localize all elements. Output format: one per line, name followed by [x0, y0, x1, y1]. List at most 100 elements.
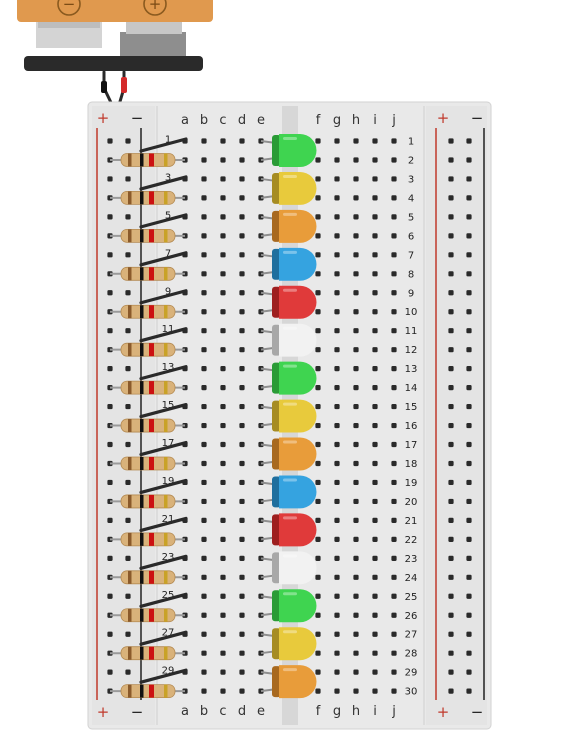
breadboard-hole[interactable] — [201, 574, 207, 580]
breadboard-hole[interactable] — [201, 290, 207, 296]
breadboard-hole[interactable] — [353, 366, 359, 372]
rail-hole[interactable] — [466, 441, 472, 448]
rail-hole[interactable] — [466, 669, 472, 675]
breadboard-hole[interactable] — [353, 669, 359, 675]
breadboard-hole[interactable] — [353, 498, 359, 505]
breadboard-hole[interactable] — [239, 252, 245, 258]
breadboard-hole[interactable] — [201, 176, 207, 182]
rail-hole[interactable] — [448, 233, 454, 239]
breadboard-hole[interactable] — [334, 176, 340, 182]
rail-hole[interactable] — [448, 631, 454, 637]
breadboard-hole[interactable] — [391, 517, 397, 523]
breadboard-hole[interactable] — [334, 612, 340, 618]
breadboard-hole[interactable] — [239, 403, 245, 410]
breadboard-hole[interactable] — [315, 328, 321, 334]
breadboard-hole[interactable] — [372, 347, 378, 353]
breadboard-hole[interactable] — [201, 688, 207, 694]
rail-hole[interactable] — [107, 517, 113, 523]
breadboard-hole[interactable] — [239, 385, 245, 391]
breadboard-hole[interactable] — [201, 593, 207, 599]
breadboard-hole[interactable] — [372, 157, 378, 163]
breadboard-hole[interactable] — [353, 422, 359, 429]
breadboard-hole[interactable] — [353, 650, 359, 656]
rail-hole[interactable] — [466, 271, 472, 277]
breadboard-hole[interactable] — [315, 479, 321, 486]
breadboard-hole[interactable] — [315, 195, 321, 201]
breadboard-hole[interactable] — [239, 536, 245, 542]
breadboard-hole[interactable] — [220, 385, 226, 391]
rail-hole[interactable] — [466, 612, 472, 618]
breadboard-hole[interactable] — [239, 650, 245, 656]
breadboard-hole[interactable] — [315, 233, 321, 239]
breadboard-hole[interactable] — [353, 574, 359, 580]
breadboard-hole[interactable] — [220, 138, 226, 144]
resistor[interactable] — [120, 684, 176, 699]
breadboard-hole[interactable] — [334, 688, 340, 694]
rail-hole[interactable] — [466, 688, 472, 694]
rail-hole[interactable] — [448, 422, 454, 429]
breadboard-hole[interactable] — [315, 309, 321, 315]
breadboard-hole[interactable] — [239, 290, 245, 296]
rail-hole[interactable] — [448, 385, 454, 391]
breadboard-hole[interactable] — [315, 385, 321, 391]
rail-hole[interactable] — [107, 214, 113, 220]
resistor[interactable] — [120, 304, 176, 319]
breadboard-hole[interactable] — [315, 536, 321, 542]
breadboard-hole[interactable] — [334, 328, 340, 334]
resistor[interactable] — [120, 342, 176, 357]
rail-hole[interactable] — [466, 631, 472, 637]
breadboard-hole[interactable] — [334, 555, 340, 561]
rail-hole[interactable] — [448, 290, 454, 296]
breadboard-hole[interactable] — [315, 422, 321, 429]
breadboard-hole[interactable] — [391, 328, 397, 334]
rail-hole[interactable] — [448, 366, 454, 372]
breadboard-hole[interactable] — [239, 138, 245, 144]
rail-hole[interactable] — [466, 574, 472, 580]
breadboard-hole[interactable] — [220, 366, 226, 372]
breadboard-hole[interactable] — [315, 157, 321, 163]
breadboard-hole[interactable] — [334, 536, 340, 542]
breadboard-hole[interactable] — [391, 422, 397, 429]
breadboard-hole[interactable] — [201, 233, 207, 239]
rail-hole[interactable] — [448, 574, 454, 580]
breadboard-hole[interactable] — [239, 441, 245, 448]
breadboard-hole[interactable] — [239, 366, 245, 372]
breadboard-hole[interactable] — [220, 498, 226, 505]
breadboard-hole[interactable] — [220, 195, 226, 201]
breadboard-hole[interactable] — [220, 214, 226, 220]
rail-hole[interactable] — [448, 650, 454, 656]
breadboard-hole[interactable] — [315, 650, 321, 656]
rail-hole[interactable] — [125, 593, 131, 599]
breadboard-hole[interactable] — [372, 271, 378, 277]
breadboard-hole[interactable] — [353, 138, 359, 144]
breadboard-hole[interactable] — [220, 252, 226, 258]
rail-hole[interactable] — [125, 366, 131, 372]
breadboard-hole[interactable] — [391, 612, 397, 618]
rail-hole[interactable] — [107, 555, 113, 561]
rail-hole[interactable] — [125, 176, 131, 182]
breadboard-hole[interactable] — [315, 612, 321, 618]
breadboard-hole[interactable] — [391, 138, 397, 144]
breadboard-hole[interactable] — [391, 403, 397, 410]
rail-hole[interactable] — [107, 252, 113, 258]
rail-hole[interactable] — [466, 403, 472, 410]
breadboard-hole[interactable] — [220, 271, 226, 277]
breadboard-hole[interactable] — [201, 650, 207, 656]
breadboard-hole[interactable] — [334, 366, 340, 372]
breadboard-hole[interactable] — [220, 460, 226, 467]
breadboard-hole[interactable] — [239, 612, 245, 618]
breadboard-hole[interactable] — [391, 157, 397, 163]
rail-hole[interactable] — [466, 498, 472, 505]
breadboard-hole[interactable] — [334, 593, 340, 599]
breadboard-hole[interactable] — [201, 422, 207, 429]
breadboard-hole[interactable] — [201, 309, 207, 315]
rail-hole[interactable] — [125, 138, 131, 144]
breadboard-hole[interactable] — [201, 328, 207, 334]
breadboard-hole[interactable] — [391, 309, 397, 315]
rail-hole[interactable] — [448, 555, 454, 561]
breadboard-hole[interactable] — [372, 574, 378, 580]
breadboard-hole[interactable] — [220, 517, 226, 523]
rail-hole[interactable] — [107, 328, 113, 334]
breadboard-hole[interactable] — [334, 422, 340, 429]
breadboard-hole[interactable] — [334, 290, 340, 296]
